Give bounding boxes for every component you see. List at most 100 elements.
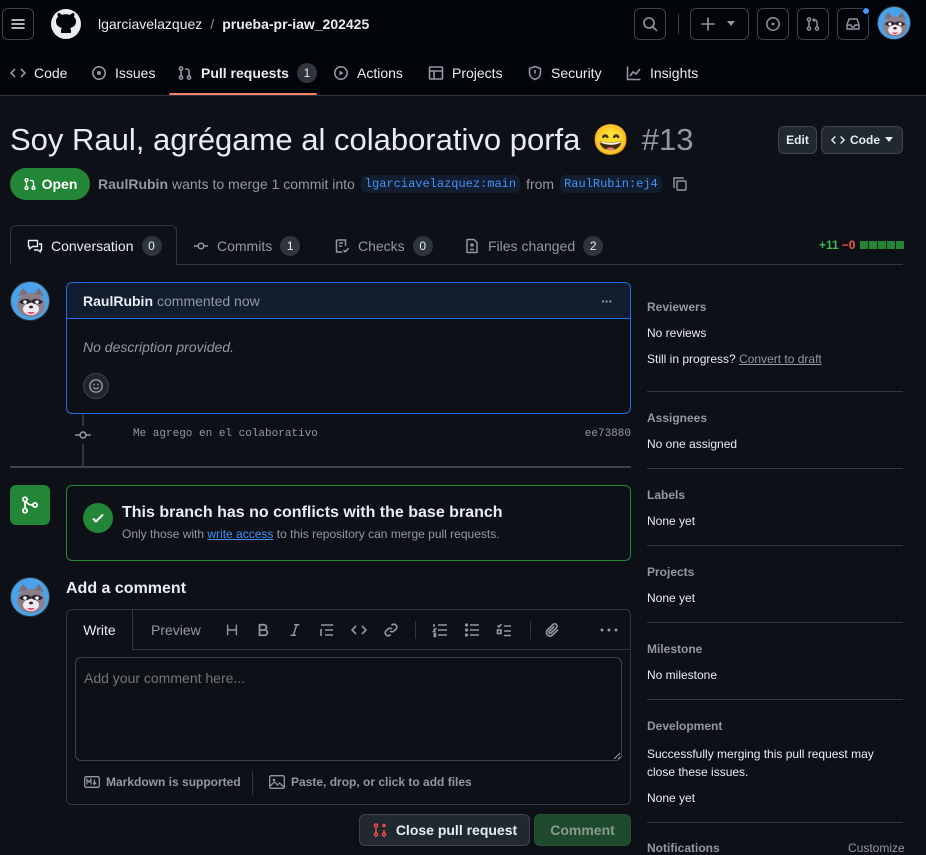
bold-icon [258,623,269,637]
repo-tab-label: Insights [650,65,699,81]
toolbar-divider [415,621,416,639]
close-pr-button[interactable]: Close pull request [359,814,530,846]
diffstat[interactable]: +11 −0 [819,238,905,252]
task-list-button[interactable] [494,620,514,640]
repo-tab-insights[interactable]: Insights [626,62,698,84]
unordered-list-button[interactable] [462,620,482,640]
still-in-progress-text: Still in progress? [647,352,736,366]
repo-tab-issues[interactable]: Issues [91,62,155,84]
issues-button[interactable] [757,8,789,40]
code-dropdown-button[interactable]: Code [821,126,903,154]
comment-more-button[interactable]: ··· [601,293,613,309]
markdown-note[interactable]: Markdown is supported [84,775,241,789]
repo-tab-projects[interactable]: Projects [428,62,503,84]
inbox-icon [846,18,860,30]
base-branch[interactable]: lgarciavelazquez:main [360,175,521,193]
comment-author-avatar[interactable] [10,281,50,321]
italic-button[interactable] [285,620,305,640]
customize-link[interactable]: Customize [848,841,905,855]
quote-button[interactable] [317,620,337,640]
pr-meta: RaulRubin wants to merge 1 commit into l… [98,175,688,193]
add-reaction-button[interactable] [83,373,109,399]
write-tab[interactable]: Write [67,610,133,651]
repo-tab-label: Projects [452,65,503,81]
pr-tab-commits[interactable]: Commits 1 [193,226,301,266]
convert-to-draft-link[interactable]: Convert to draft [739,352,822,366]
triangle-down-icon [727,21,735,26]
link-icon [384,623,398,637]
code-button[interactable] [349,620,369,640]
projects-heading[interactable]: Projects [647,565,694,579]
file-diff-icon [466,238,478,254]
code-button-label: Code [850,133,880,147]
pr-tab-checks[interactable]: Checks 0 [334,226,433,266]
assignees-heading[interactable]: Assignees [647,411,707,425]
edit-button[interactable]: Edit [778,126,817,154]
pr-tab-conversation[interactable]: Conversation 0 [10,225,177,265]
sidebar-divider [647,468,903,469]
quote-icon [320,624,333,636]
repo-tab-code[interactable]: Code [10,62,67,84]
timeline-divider [10,466,631,468]
pr-merge-text: wants to merge 1 commit into [172,176,355,192]
copy-icon[interactable] [672,176,688,192]
commit-sha[interactable]: ee73880 [585,428,631,440]
pr-author-link[interactable]: RaulRubin [98,176,168,192]
comment-body: No description provided. [83,339,234,355]
more-options-button[interactable] [599,620,619,640]
owner-link[interactable]: lgarciavelazquez [98,16,202,32]
comment-textarea[interactable] [75,657,622,761]
link-button[interactable] [381,620,401,640]
comment-submit-label: Comment [550,822,615,838]
graph-icon [626,66,641,81]
comment-box: RaulRubin commented now ··· No descripti… [66,282,631,414]
pull-requests-button[interactable] [797,8,829,40]
edit-button-label: Edit [786,133,809,147]
repo-tab-label: Security [551,65,602,81]
heading-icon [226,624,238,636]
code-icon [831,136,845,144]
git-pull-request-icon [806,17,820,31]
inbox-button[interactable] [837,7,870,40]
comment-author[interactable]: RaulRubin [83,293,153,309]
sidebar-divider [647,699,903,700]
diffstat-blocks [860,241,905,249]
bold-button[interactable] [253,620,273,640]
write-access-link[interactable]: write access [207,527,273,541]
repo-tab-security[interactable]: Security [527,62,602,84]
list-ordered-icon [432,624,447,638]
attach-button[interactable] [543,620,563,640]
code-icon [10,68,26,78]
create-new-button[interactable] [690,8,749,40]
milestone-heading[interactable]: Milestone [647,642,702,656]
milestone-value: No milestone [647,668,718,682]
head-branch[interactable]: RaulRubin:ej4 [560,175,662,193]
pr-title: Soy Raul, agrégame al colaborativo porfa [10,122,581,157]
preview-tab[interactable]: Preview [151,622,201,638]
search-button[interactable] [634,8,666,40]
menu-button[interactable] [2,8,34,40]
attach-files-note[interactable]: Paste, drop, or click to add files [269,775,472,789]
comment-submit-button[interactable]: Comment [534,814,631,846]
repo-tab-actions[interactable]: Actions [333,62,403,84]
repo-link[interactable]: prueba-pr-iaw_202425 [222,16,369,32]
repo-tab-pull-requests[interactable]: Pull requests 1 [177,62,317,84]
pr-tab-label: Commits [217,238,273,254]
reviewers-heading[interactable]: Reviewers [647,300,706,314]
commit-message[interactable]: Me agrego en el colaborativo [133,428,318,440]
heading-button[interactable] [222,620,242,640]
github-logo-icon[interactable] [50,8,82,40]
commit-row: Me agrego en el colaborativo ee73880 [74,426,631,444]
labels-heading[interactable]: Labels [647,488,685,502]
pr-tab-count: 0 [412,236,433,256]
development-heading[interactable]: Development [647,719,722,733]
git-pull-request-icon [24,178,36,190]
current-user-avatar[interactable] [10,577,50,617]
pr-tab-files-changed[interactable]: Files changed 2 [464,226,604,266]
pr-tab-label: Conversation [51,237,134,254]
repo-tab-label: Code [34,65,68,81]
user-avatar[interactable] [877,6,911,40]
ordered-list-button[interactable] [430,620,450,640]
pr-tab-label: Files changed [488,238,576,254]
development-value: None yet [647,791,696,805]
